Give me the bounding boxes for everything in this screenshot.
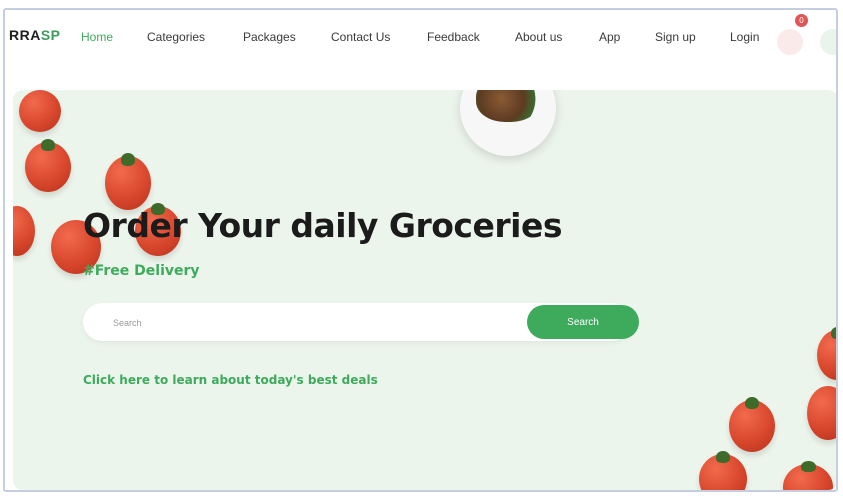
tomato-stem bbox=[831, 327, 836, 339]
food-plate-image bbox=[460, 90, 556, 156]
tomato-image bbox=[783, 461, 833, 490]
tomato-stem bbox=[800, 461, 816, 473]
cart-icon[interactable] bbox=[777, 29, 803, 55]
free-delivery-text: #Free Delivery bbox=[83, 263, 200, 279]
tomato-stem bbox=[745, 396, 759, 410]
nav-app[interactable]: App bbox=[599, 30, 620, 44]
tomato-image bbox=[25, 139, 71, 192]
search-bar: Search bbox=[83, 303, 639, 341]
nav-packages[interactable]: Packages bbox=[243, 30, 296, 44]
browser-frame: RRASP Home Categories Packages Contact U… bbox=[3, 8, 838, 492]
food-image bbox=[476, 90, 540, 122]
nav-home[interactable]: Home bbox=[81, 30, 113, 44]
navbar: RRASP Home Categories Packages Contact U… bbox=[5, 10, 836, 68]
tomato-image bbox=[699, 451, 747, 490]
hero-section: Order Your daily Groceries #Free Deliver… bbox=[13, 90, 836, 490]
nav-categories[interactable]: Categories bbox=[147, 30, 205, 44]
logo-suffix: SP bbox=[40, 27, 61, 43]
nav-contact-us[interactable]: Contact Us bbox=[331, 30, 390, 44]
hero-headline: Order Your daily Groceries bbox=[83, 206, 563, 245]
nav-sign-up[interactable]: Sign up bbox=[655, 30, 696, 44]
nav-about-us[interactable]: About us bbox=[515, 30, 562, 44]
search-button[interactable]: Search bbox=[527, 305, 639, 339]
tomato-image bbox=[105, 152, 151, 210]
nav-login[interactable]: Login bbox=[730, 30, 759, 44]
tomato-stem bbox=[121, 152, 135, 166]
cart-count-badge: 0 bbox=[795, 14, 808, 27]
logo[interactable]: RRASP bbox=[9, 27, 61, 43]
tomato-image bbox=[13, 206, 35, 256]
tomato-image bbox=[729, 396, 775, 452]
tomato-image bbox=[807, 386, 836, 440]
nav-feedback[interactable]: Feedback bbox=[427, 30, 480, 44]
search-input[interactable] bbox=[111, 312, 515, 334]
user-icon[interactable] bbox=[820, 29, 836, 55]
best-deals-link[interactable]: Click here to learn about today's best d… bbox=[83, 373, 378, 387]
tomato-image bbox=[817, 327, 836, 380]
user-badge: 0 bbox=[836, 14, 838, 27]
tomato-stem bbox=[41, 139, 55, 151]
logo-prefix: RRA bbox=[9, 27, 41, 43]
tomato-image bbox=[19, 90, 61, 132]
tomato-stem bbox=[715, 451, 731, 463]
